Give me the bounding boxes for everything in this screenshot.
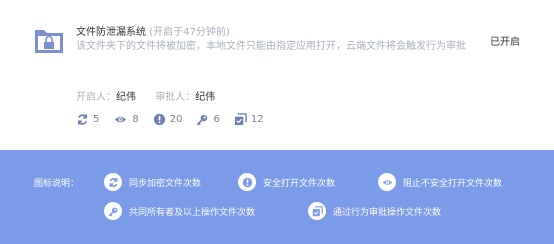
approval-icon [312, 205, 323, 216]
opener-label: 开启人： [76, 92, 116, 103]
legend-block-label: 阻止不安全打开文件次数 [403, 178, 503, 189]
legend-item-sync: 同步加密文件次数 [104, 173, 201, 191]
key-icon [108, 207, 117, 216]
stat-view: 8 [113, 113, 139, 126]
stat-view-count: 8 [132, 114, 139, 125]
stat-share: 6 [196, 113, 220, 126]
approver-name: 纪伟 [195, 92, 216, 103]
file-protection-card: 文件防泄漏系统 (开启于47分钟前) 该文件夹下的文件将被加密，本地文件只能由指… [0, 0, 554, 150]
stat-approve: 12 [234, 113, 264, 126]
stat-alert: 20 [153, 113, 183, 126]
key-icon [197, 114, 208, 126]
legend-sync-label: 同步加密文件次数 [129, 178, 202, 189]
eye-icon [115, 116, 127, 123]
legend-title: 图标说明： [34, 179, 80, 189]
alert-icon [153, 113, 165, 126]
stat-alert-count: 20 [169, 114, 183, 125]
system-name: 文件防泄漏系统 [76, 27, 146, 38]
opener-name: 纪伟 [116, 92, 136, 103]
approver-label: 审批人： [155, 92, 196, 103]
legend-safe-open-label: 安全打开文件次数 [263, 178, 336, 189]
alert-icon [242, 177, 252, 187]
legend-share-label: 共同所有者及以上操作文件次数 [129, 207, 256, 218]
stat-sync-count: 5 [93, 114, 100, 125]
legend-item-block: 阻止不安全打开文件次数 [378, 173, 502, 191]
stat-approve-count: 12 [250, 114, 264, 125]
legend-item-approve: 通过行为审批操作文件次数 [308, 202, 441, 220]
approval-icon [234, 113, 247, 126]
sync-icon [77, 114, 88, 125]
system-title: 文件防泄漏系统 (开启于47分钟前) [76, 26, 230, 40]
legend-item-safe-open: 安全打开文件次数 [238, 173, 335, 191]
locked-folder-icon [35, 30, 63, 53]
stat-share-count: 6 [213, 114, 220, 125]
stats-row: 5 8 20 6 12 [76, 113, 278, 126]
sync-icon [109, 177, 117, 187]
eye-icon [382, 179, 392, 185]
legend-approve-label: 通过行为审批操作文件次数 [333, 207, 442, 218]
stat-sync: 5 [76, 113, 99, 126]
opened-time: (开启于47分钟前) [149, 27, 230, 38]
status-text: 已开启 [490, 37, 520, 48]
legend-item-share: 共同所有者及以上操作文件次数 [104, 202, 255, 220]
people-info: 开启人：纪伟 审批人：纪伟 [76, 88, 215, 103]
icon-legend: 图标说明： 同步加密文件次数 安全打开文件次数 阻止不安全打开文件次数 共同所有… [0, 150, 554, 244]
system-description: 该文件夹下的文件将被加密，本地文件只能由指定应用打开，云端文件将会触发行为审批 [76, 41, 466, 52]
